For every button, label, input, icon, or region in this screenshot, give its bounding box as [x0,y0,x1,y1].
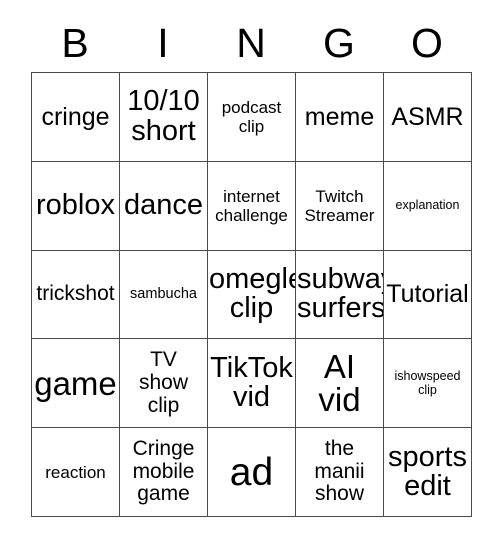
bingo-cell[interactable]: the manii show [296,428,384,517]
bingo-cell-label: meme [304,102,375,131]
bingo-cell[interactable]: Tutorial [384,250,472,340]
bingo-row: cringe 10/10 short podcast clip meme ASM… [32,73,472,162]
bingo-cell[interactable]: podcast clip [208,73,296,162]
bingo-row: reaction Cringe mobile game ad the manii… [32,428,472,517]
bingo-cell-label: subway surfers [297,262,384,325]
bingo-cell[interactable]: meme [296,73,384,162]
bingo-cell-label: reaction [45,462,106,482]
bingo-cell[interactable]: subway surfers [296,250,384,340]
bingo-header-letter-b: B [61,19,89,66]
bingo-cell-label: AI vid [318,348,361,419]
bingo-cell[interactable]: game [32,339,120,429]
bingo-cell-label: explanation [395,198,460,213]
bingo-header-letter-n: N [236,19,266,66]
bingo-grid: cringe 10/10 short podcast clip meme ASM… [31,72,472,517]
bingo-cell-label: ishowspeed clip [394,368,461,398]
bingo-cell-label: game [34,364,117,402]
bingo-cell-label: internet challenge [215,186,288,225]
bingo-header-letter-i: I [157,19,169,66]
bingo-cell-label: roblox [36,188,115,221]
bingo-cell[interactable]: cringe [32,73,120,162]
bingo-cell[interactable]: dance [120,161,208,251]
bingo-cell-label: ASMR [391,102,464,131]
bingo-row: game TV show clip TikTok vid AI vid isho… [32,339,472,429]
bingo-row: trickshot sambucha omegle clip subway su… [32,250,472,340]
bingo-header-row: B I N G O [31,14,471,72]
bingo-cell[interactable]: Twitch Streamer [296,161,384,251]
bingo-cell[interactable]: reaction [32,428,120,517]
bingo-cell[interactable]: explanation [384,161,472,251]
bingo-cell[interactable]: roblox [32,161,120,251]
bingo-cell[interactable]: TV show clip [120,339,208,429]
bingo-cell[interactable]: AI vid [296,339,384,429]
bingo-header-letter-o: O [411,19,443,66]
bingo-cell[interactable]: ad [208,428,296,517]
bingo-cell[interactable]: sambucha [120,250,208,340]
bingo-header-letter-g: G [323,19,355,66]
bingo-cell[interactable]: Cringe mobile game [120,428,208,517]
bingo-cell-label: Tutorial [386,280,469,309]
bingo-cell[interactable]: TikTok vid [208,339,296,429]
bingo-cell-label: cringe [41,102,110,131]
bingo-cell-label: trickshot [36,282,115,306]
bingo-cell-label: podcast clip [221,97,282,136]
bingo-cell-label: omegle clip [209,262,296,325]
bingo-row: roblox dance internet challenge Twitch S… [32,161,472,251]
bingo-cell-label: ad [229,450,274,494]
bingo-cell-label: sambucha [130,286,197,303]
bingo-cell-label: 10/10 short [127,85,200,147]
bingo-cell-label: sports edit [388,440,467,503]
bingo-cell-label: Cringe mobile game [132,437,195,506]
bingo-cell[interactable]: ASMR [384,73,472,162]
bingo-cell[interactable]: 10/10 short [120,73,208,162]
bingo-cell-label: Twitch Streamer [304,186,375,225]
bingo-cell[interactable]: trickshot [32,250,120,340]
bingo-cell-label: TV show clip [138,348,189,417]
bingo-cell-label: the manii show [314,437,365,506]
bingo-cell[interactable]: internet challenge [208,161,296,251]
bingo-cell[interactable]: omegle clip [208,250,296,340]
bingo-cell[interactable]: sports edit [384,428,472,517]
bingo-cell-label: TikTok vid [210,351,293,414]
bingo-card: B I N G O cringe 10/10 short podcast cli… [31,14,472,517]
bingo-cell[interactable]: ishowspeed clip [384,339,472,429]
bingo-cell-label: dance [123,188,203,221]
